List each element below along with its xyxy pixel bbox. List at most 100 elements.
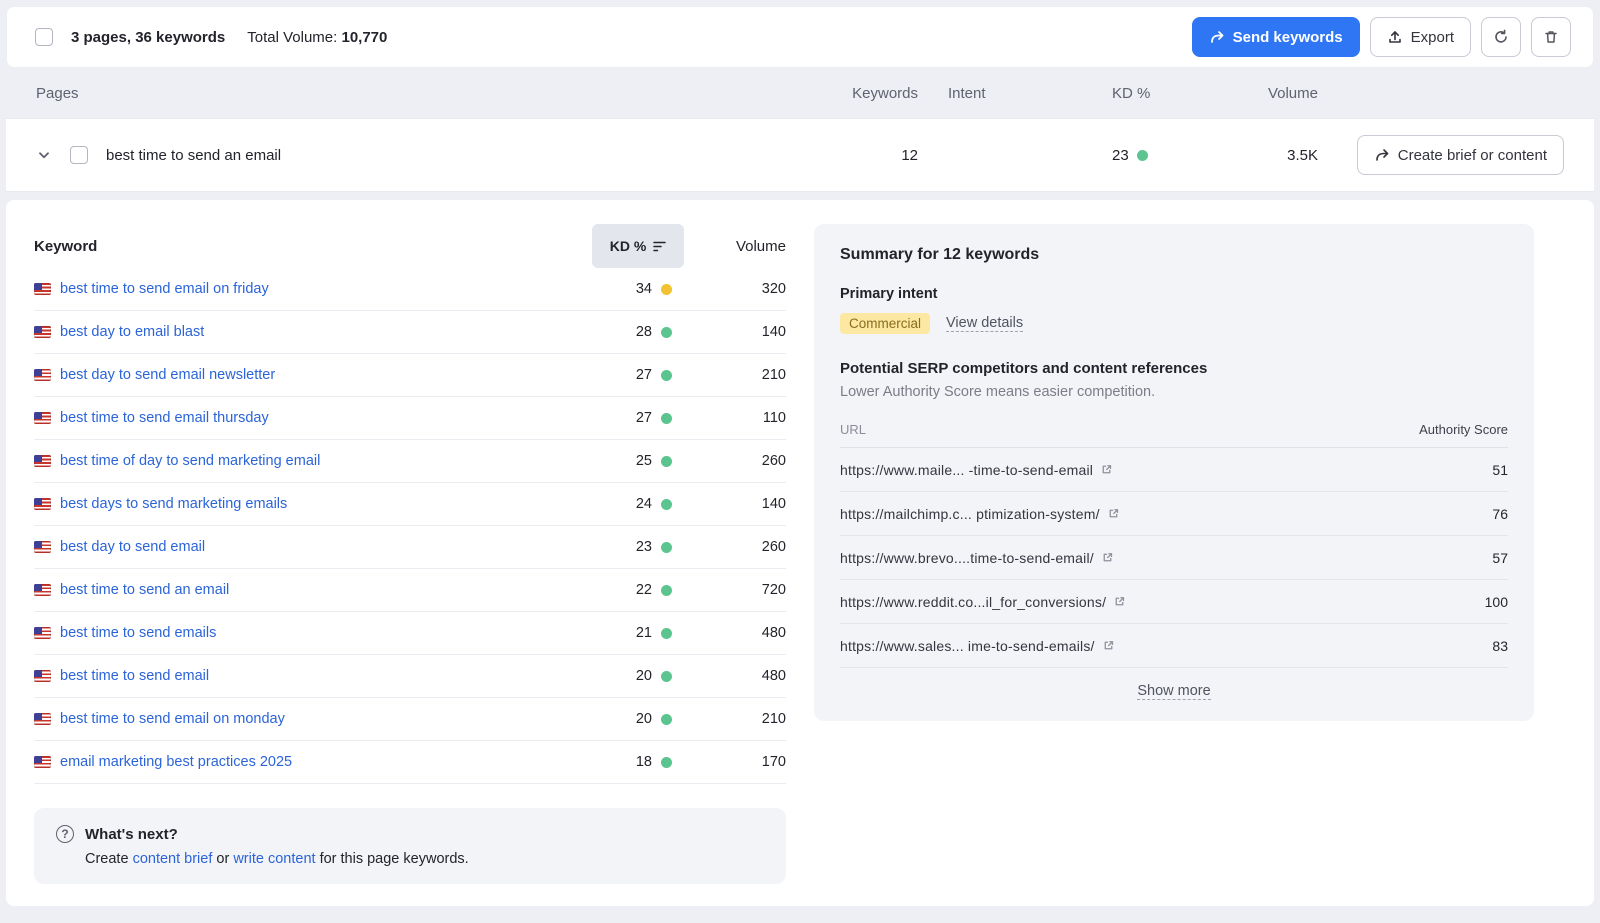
competitor-url-text: https://www.sales... ime-to-send-emails/ <box>840 638 1095 654</box>
keyword-link[interactable]: best day to send email newsletter <box>60 367 275 383</box>
competitor-row: https://mailchimp.c... ptimization-syste… <box>840 492 1508 536</box>
chevron-down-icon[interactable] <box>36 147 52 163</box>
create-brief-arrow-icon <box>1374 147 1390 163</box>
volume-header: Volume <box>1208 85 1318 102</box>
us-flag-icon <box>34 713 51 725</box>
kd-value: 18 <box>636 754 652 770</box>
page-row: best time to send an email 12 23 3.5K Cr… <box>6 118 1594 192</box>
keyword-column-header: Keyword <box>34 238 576 255</box>
external-link-icon <box>1107 507 1120 520</box>
page-title: best time to send an email <box>106 147 281 164</box>
keyword-link[interactable]: best time to send email thursday <box>60 410 269 426</box>
intent-badge: Commercial <box>840 313 930 334</box>
page-root: 3 pages, 36 keywords Total Volume: 10,77… <box>0 0 1600 912</box>
whats-next-box: ? What's next? Create content brief or w… <box>34 808 786 884</box>
us-flag-icon <box>34 498 51 510</box>
us-flag-icon <box>34 455 51 467</box>
keyword-rows: best time to send email on friday 34 320… <box>34 268 786 784</box>
kd-dot <box>661 499 672 510</box>
keyword-link[interactable]: best day to email blast <box>60 324 204 340</box>
competitor-url-link[interactable]: https://www.brevo....time-to-send-email/ <box>840 550 1114 566</box>
competitor-row: https://www.sales... ime-to-send-emails/… <box>840 624 1508 668</box>
kd-value: 22 <box>636 582 652 598</box>
volume-value: 720 <box>700 582 786 598</box>
page-volume: 3.5K <box>1208 147 1318 164</box>
keyword-row: best time to send an email 22 720 <box>34 569 786 612</box>
view-details-link[interactable]: View details <box>946 315 1023 332</box>
volume-value: 260 <box>700 539 786 555</box>
volume-value: 320 <box>700 281 786 297</box>
competitor-url-link[interactable]: https://www.sales... ime-to-send-emails/ <box>840 638 1115 654</box>
content-brief-link[interactable]: content brief <box>133 851 213 867</box>
external-link-icon <box>1102 639 1115 652</box>
delete-button[interactable] <box>1531 17 1571 57</box>
volume-value: 140 <box>700 496 786 512</box>
keyword-row: best day to email blast 28 140 <box>34 311 786 354</box>
us-flag-icon <box>34 584 51 596</box>
export-button[interactable]: Export <box>1370 17 1471 57</box>
keyword-row: best time of day to send marketing email… <box>34 440 786 483</box>
show-more-link[interactable]: Show more <box>1137 683 1210 700</box>
keyword-link[interactable]: best time to send email on friday <box>60 281 269 297</box>
competitor-url-text: https://mailchimp.c... ptimization-syste… <box>840 506 1100 522</box>
whats-next-title: What's next? <box>85 826 178 843</box>
keyword-link[interactable]: best time of day to send marketing email <box>60 453 320 469</box>
volume-value: 110 <box>700 410 786 426</box>
keyword-table: Keyword KD % Volume best time to send em… <box>34 224 786 884</box>
keyword-link[interactable]: best time to send emails <box>60 625 216 641</box>
competitor-url-link[interactable]: https://www.maile... -time-to-send-email <box>840 462 1113 478</box>
competitor-rows: https://www.maile... -time-to-send-email… <box>840 448 1508 668</box>
kd-dot <box>661 456 672 467</box>
keyword-link[interactable]: best time to send an email <box>60 582 229 598</box>
us-flag-icon <box>34 541 51 553</box>
pages-column-headers: Pages Keywords Intent KD % Volume <box>6 68 1594 118</box>
page-row-checkbox[interactable] <box>70 146 88 164</box>
create-brief-button[interactable]: Create brief or content <box>1357 135 1564 175</box>
keyword-link[interactable]: best days to send marketing emails <box>60 496 287 512</box>
keyword-link[interactable]: best time to send email <box>60 668 209 684</box>
keyword-link[interactable]: email marketing best practices 2025 <box>60 754 292 770</box>
primary-intent-label: Primary intent <box>840 286 1508 302</box>
page-details-card: Keyword KD % Volume best time to send em… <box>6 200 1594 906</box>
send-keywords-button[interactable]: Send keywords <box>1192 17 1360 57</box>
keyword-row: best time to send email thursday 27 110 <box>34 397 786 440</box>
keyword-link[interactable]: best time to send email on monday <box>60 711 285 727</box>
whats-next-suffix: for this page keywords. <box>316 851 469 867</box>
competitor-table-header: URL Authority Score <box>840 412 1508 448</box>
competitor-url-link[interactable]: https://www.reddit.co...il_for_conversio… <box>840 594 1126 610</box>
authority-score-value: 57 <box>1492 550 1508 566</box>
keywords-header: Keywords <box>808 85 918 102</box>
authority-score-column-header: Authority Score <box>1419 422 1508 437</box>
select-all-checkbox[interactable] <box>35 28 53 46</box>
kd-header: KD % <box>1098 85 1208 102</box>
pages-header: Pages <box>36 85 808 102</box>
external-link-icon <box>1101 551 1114 564</box>
volume-value: 210 <box>700 367 786 383</box>
trash-icon <box>1543 29 1559 45</box>
kd-dot <box>661 542 672 553</box>
sort-descending-icon <box>653 241 666 252</box>
url-column-header: URL <box>840 422 866 437</box>
volume-value: 480 <box>700 625 786 641</box>
write-content-link[interactable]: write content <box>233 851 315 867</box>
kd-dot <box>661 327 672 338</box>
export-label: Export <box>1411 29 1454 46</box>
competitor-url-text: https://www.maile... -time-to-send-email <box>840 462 1093 478</box>
kd-value: 25 <box>636 453 652 469</box>
volume-column-header: Volume <box>700 238 786 255</box>
kd-value: 23 <box>636 539 652 555</box>
volume-value: 210 <box>700 711 786 727</box>
keyword-link[interactable]: best day to send email <box>60 539 205 555</box>
us-flag-icon <box>34 412 51 424</box>
competitor-url-link[interactable]: https://mailchimp.c... ptimization-syste… <box>840 506 1120 522</box>
kd-dot <box>661 671 672 682</box>
serp-competitors-title: Potential SERP competitors and content r… <box>840 360 1508 377</box>
total-volume-label: Total Volume: <box>247 29 337 46</box>
kd-sort-header[interactable]: KD % <box>592 224 684 268</box>
keyword-row: email marketing best practices 2025 18 1… <box>34 741 786 784</box>
competitor-row: https://www.maile... -time-to-send-email… <box>840 448 1508 492</box>
us-flag-icon <box>34 627 51 639</box>
summary-panel: Summary for 12 keywords Primary intent C… <box>814 224 1534 721</box>
refresh-button[interactable] <box>1481 17 1521 57</box>
keyword-table-header: Keyword KD % Volume <box>34 224 786 268</box>
